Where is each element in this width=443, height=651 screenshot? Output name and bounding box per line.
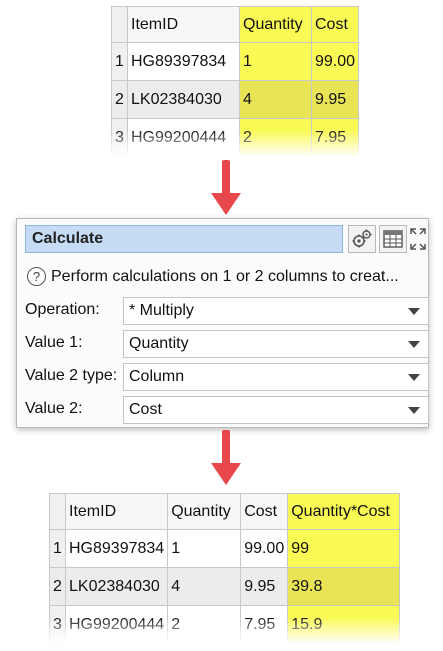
cell-cost[interactable]: 7.95	[240, 605, 289, 644]
row-number: 3	[111, 118, 128, 157]
cell-cost[interactable]: 9.95	[240, 567, 289, 606]
value2-type-label: Value 2 type:	[25, 367, 118, 384]
cell-itemid[interactable]: HG99200444	[64, 605, 169, 644]
dropdown-caret-icon[interactable]	[408, 407, 420, 414]
input-table: ItemID Quantity Cost 1 HG89397834 1 99.0…	[111, 6, 360, 157]
operation-row: Operation: * Multiply	[25, 297, 429, 325]
value2-type-select[interactable]: Column	[123, 363, 429, 391]
cell-quantity[interactable]: 1	[239, 42, 312, 81]
row-number: 1	[111, 42, 128, 81]
table-header-row: ItemID Quantity Cost Quantity*Cost	[49, 493, 401, 530]
value2-label: Value 2:	[25, 400, 83, 417]
cell-quantity[interactable]: 4	[239, 80, 312, 119]
table-corner-cell	[49, 493, 66, 530]
panel-title[interactable]: Calculate	[25, 225, 343, 253]
row-number: 3	[49, 605, 66, 644]
table-row: 3 HG99200444 2 7.95	[111, 118, 360, 157]
cell-cost[interactable]: 7.95	[310, 118, 360, 157]
dropdown-caret-icon[interactable]	[408, 308, 420, 315]
cell-quantity[interactable]: 2	[239, 118, 312, 157]
dropdown-caret-icon[interactable]	[408, 341, 420, 348]
table-row: 2 LK02384030 4 9.95	[111, 80, 360, 119]
value1-label: Value 1:	[25, 334, 83, 351]
cell-itemid[interactable]: HG89397834	[127, 42, 240, 81]
cell-quantity[interactable]: 2	[167, 605, 242, 644]
operation-select[interactable]: * Multiply	[123, 297, 429, 325]
cell-quantity[interactable]: 1	[167, 529, 242, 568]
operation-value: * Multiply	[129, 302, 194, 319]
table-row: 1 HG89397834 1 99.00 99	[49, 529, 401, 568]
calculate-panel: Calculate ? Perform calculations on 1 or…	[16, 218, 429, 428]
table-header-row: ItemID Quantity Cost	[111, 6, 360, 43]
gears-icon[interactable]	[348, 225, 376, 253]
column-header-quantity[interactable]: Quantity	[239, 6, 312, 43]
down-arrow-icon	[211, 430, 241, 488]
help-icon[interactable]: ?	[27, 267, 46, 286]
column-header-quantity-cost[interactable]: Quantity*Cost	[287, 493, 401, 530]
row-number: 2	[111, 80, 128, 119]
output-table: ItemID Quantity Cost Quantity*Cost 1 HG8…	[49, 493, 401, 644]
cell-itemid[interactable]: LK02384030	[64, 567, 169, 606]
cell-itemid[interactable]: HG99200444	[127, 118, 240, 157]
cell-quantity-cost[interactable]: 15.9	[287, 605, 401, 644]
value1-row: Value 1: Quantity	[25, 330, 429, 358]
table-row: 2 LK02384030 4 9.95 39.8	[49, 567, 401, 606]
value2-type-row: Value 2 type: Column	[25, 363, 429, 391]
cell-cost[interactable]: 99.00	[310, 42, 360, 81]
cell-itemid[interactable]: HG89397834	[64, 529, 169, 568]
description-text: Perform calculations on 1 or 2 columns t…	[51, 267, 399, 285]
cell-quantity-cost[interactable]: 39.8	[287, 567, 401, 606]
column-header-quantity[interactable]: Quantity	[167, 493, 242, 530]
cell-itemid[interactable]: LK02384030	[127, 80, 240, 119]
value2-type-value: Column	[129, 368, 185, 385]
description-row: ? Perform calculations on 1 or 2 columns…	[27, 267, 399, 286]
cell-cost[interactable]: 99.00	[240, 529, 289, 568]
row-number: 1	[49, 529, 66, 568]
cell-quantity-cost[interactable]: 99	[287, 529, 401, 568]
row-number: 2	[49, 567, 66, 606]
column-header-itemid[interactable]: ItemID	[64, 493, 169, 530]
value2-value: Cost	[129, 401, 162, 418]
value2-row: Value 2: Cost	[25, 396, 429, 424]
operation-label: Operation:	[25, 301, 100, 318]
column-header-itemid[interactable]: ItemID	[127, 6, 240, 43]
table-icon[interactable]	[379, 225, 407, 253]
column-header-cost[interactable]: Cost	[310, 6, 360, 43]
table-corner-cell	[111, 6, 128, 43]
value1-value: Quantity	[129, 335, 189, 352]
value2-select[interactable]: Cost	[123, 396, 429, 424]
value1-select[interactable]: Quantity	[123, 330, 429, 358]
down-arrow-icon	[211, 160, 241, 218]
dropdown-caret-icon[interactable]	[408, 374, 420, 381]
column-header-cost[interactable]: Cost	[240, 493, 289, 530]
cell-cost[interactable]: 9.95	[310, 80, 360, 119]
table-row: 3 HG99200444 2 7.95 15.9	[49, 605, 401, 644]
expand-icon[interactable]	[410, 225, 426, 253]
cell-quantity[interactable]: 4	[167, 567, 242, 606]
table-row: 1 HG89397834 1 99.00	[111, 42, 360, 81]
